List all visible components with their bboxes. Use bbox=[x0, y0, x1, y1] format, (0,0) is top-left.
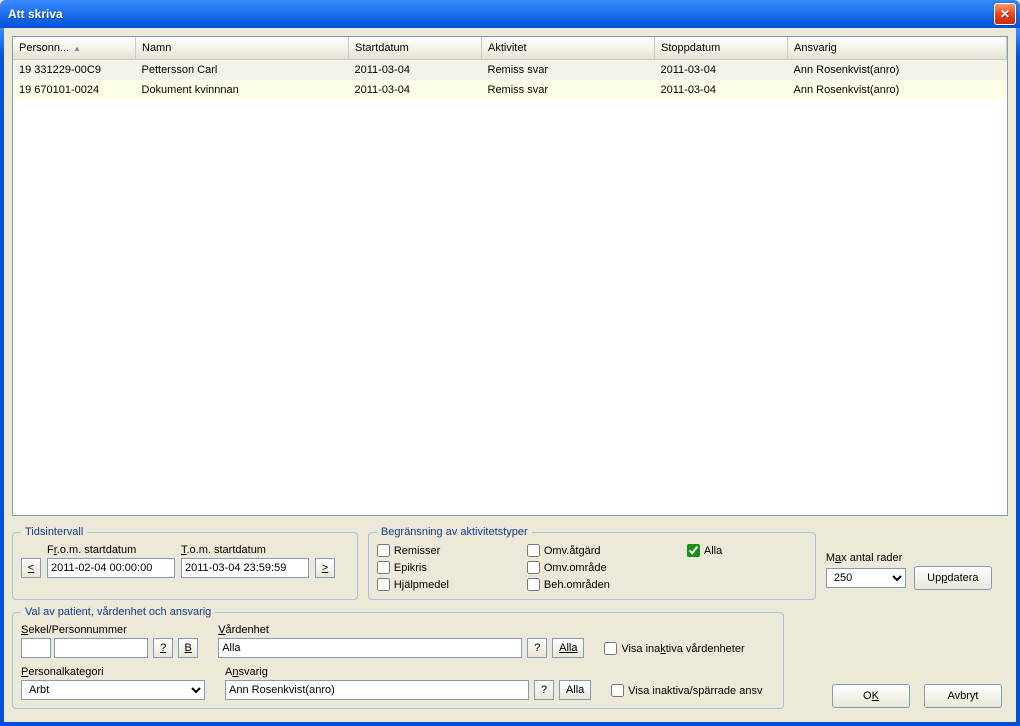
window-frame: Att skriva ✕ Personn...▲ Namn Startdatum… bbox=[0, 0, 1020, 726]
max-rows-group: Max antal rader 250 Uppdatera bbox=[826, 520, 1008, 600]
max-rows-label: Max antal rader bbox=[826, 552, 1008, 564]
col-aktivitet[interactable]: Aktivitet bbox=[482, 37, 655, 60]
client-area: Personn...▲ Namn Startdatum Aktivitet St… bbox=[4, 28, 1016, 722]
personalkategori-label: Personalkategori bbox=[21, 666, 205, 678]
prev-interval-button[interactable]: < bbox=[21, 558, 41, 578]
vardenhet-alla-button[interactable]: Alla bbox=[552, 638, 584, 658]
chk-omv-atgard[interactable]: Omv.åtgärd bbox=[527, 544, 677, 557]
next-interval-button[interactable]: > bbox=[315, 558, 335, 578]
tidsintervall-legend: Tidsintervall bbox=[21, 526, 87, 538]
col-ansvarig[interactable]: Ansvarig bbox=[788, 37, 1007, 60]
table-row[interactable]: 19 670101-0024 Dokument kvinnnan 2011-03… bbox=[13, 80, 1007, 100]
to-date-label: T.o.m. startdatum bbox=[181, 544, 309, 556]
ok-button[interactable]: OK bbox=[832, 684, 910, 708]
personnummer-b-button[interactable]: B bbox=[178, 638, 198, 658]
chk-omv-omrade[interactable]: Omv.område bbox=[527, 561, 677, 574]
vardenhet-label: Vårdenhet bbox=[218, 624, 584, 636]
personnummer-lookup-button[interactable]: ? bbox=[153, 638, 173, 658]
col-personnummer[interactable]: Personn...▲ bbox=[13, 37, 136, 60]
chk-visa-inaktiva-vardenheter[interactable]: Visa inaktiva vårdenheter bbox=[604, 642, 744, 658]
cancel-button[interactable]: Avbryt bbox=[924, 684, 1002, 708]
ansvarig-input[interactable] bbox=[225, 680, 529, 700]
sekel-label: Sekel/Personnummer bbox=[21, 624, 198, 636]
chk-epikris[interactable]: Epikris bbox=[377, 561, 517, 574]
close-icon[interactable]: ✕ bbox=[994, 3, 1016, 25]
chk-hjalpmedel[interactable]: Hjälpmedel bbox=[377, 578, 517, 591]
titlebar[interactable]: Att skriva ✕ bbox=[0, 0, 1020, 28]
from-date-label: Fr.o.m. startdatum bbox=[47, 544, 175, 556]
max-rows-select[interactable]: 250 bbox=[826, 568, 906, 588]
sekel-input[interactable] bbox=[21, 638, 51, 658]
chk-alla[interactable]: Alla bbox=[687, 544, 807, 557]
col-namn[interactable]: Namn bbox=[136, 37, 349, 60]
vardenhet-input[interactable] bbox=[218, 638, 522, 658]
chk-beh-omraden[interactable]: Beh.områden bbox=[527, 578, 677, 591]
personalkategori-select[interactable]: Arbt bbox=[21, 680, 205, 700]
personnummer-input[interactable] bbox=[54, 638, 148, 658]
chk-visa-inaktiva-sparrade[interactable]: Visa inaktiva/spärrade ansv bbox=[611, 684, 762, 700]
col-stoppdatum[interactable]: Stoppdatum bbox=[655, 37, 788, 60]
sort-asc-icon: ▲ bbox=[73, 44, 81, 53]
window-title: Att skriva bbox=[8, 7, 63, 21]
data-grid[interactable]: Personn...▲ Namn Startdatum Aktivitet St… bbox=[12, 36, 1008, 516]
table-row[interactable]: 19 331229-00C9 Pettersson Carl 2011-03-0… bbox=[13, 60, 1007, 81]
aktivitetstyper-group: Begränsning av aktivitetstyper Remisser … bbox=[368, 526, 816, 600]
to-date-input[interactable] bbox=[181, 558, 309, 578]
chk-remisser[interactable]: Remisser bbox=[377, 544, 517, 557]
col-startdatum[interactable]: Startdatum bbox=[349, 37, 482, 60]
tidsintervall-group: Tidsintervall < Fr.o.m. startdatum T.o.m… bbox=[12, 526, 358, 600]
val-patient-legend: Val av patient, vårdenhet och ansvarig bbox=[21, 606, 215, 618]
ansvarig-label: Ansvarig bbox=[225, 666, 591, 678]
aktivitetstyper-legend: Begränsning av aktivitetstyper bbox=[377, 526, 532, 538]
ansvarig-alla-button[interactable]: Alla bbox=[559, 680, 591, 700]
val-patient-group: Val av patient, vårdenhet och ansvarig S… bbox=[12, 606, 784, 709]
from-date-input[interactable] bbox=[47, 558, 175, 578]
ansvarig-lookup-button[interactable]: ? bbox=[534, 680, 554, 700]
vardenhet-lookup-button[interactable]: ? bbox=[527, 638, 547, 658]
update-button[interactable]: Uppdatera bbox=[914, 566, 992, 590]
